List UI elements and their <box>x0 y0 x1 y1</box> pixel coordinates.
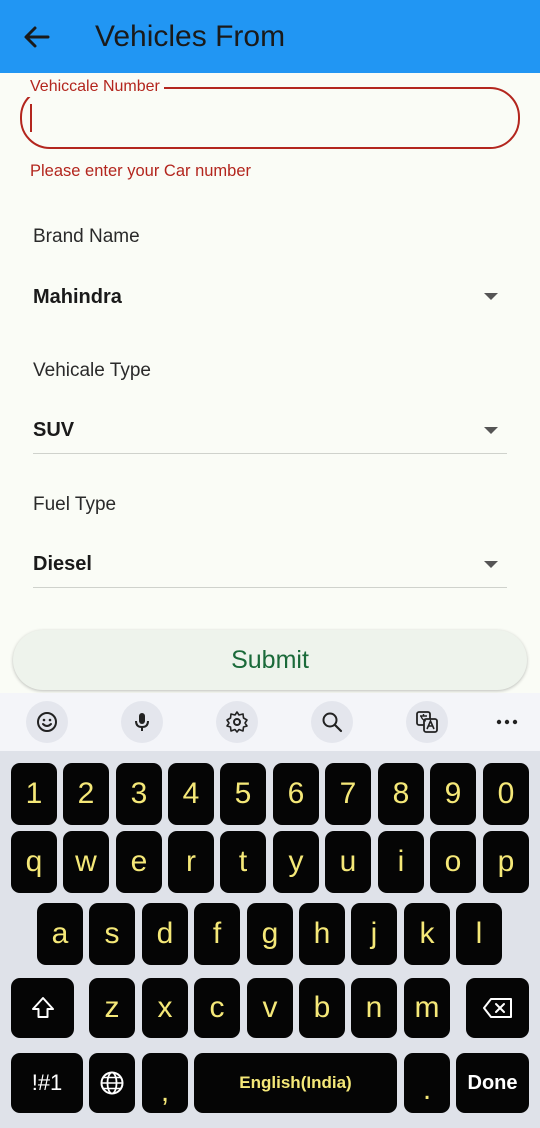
brand-dropdown-caret-icon[interactable] <box>484 293 498 300</box>
key-y[interactable]: y <box>273 831 319 893</box>
key-r[interactable]: r <box>168 831 214 893</box>
globe-icon <box>100 1071 124 1095</box>
key-k[interactable]: k <box>404 903 450 965</box>
vehicle-number-error: Please enter your Car number <box>30 162 252 180</box>
language-key[interactable] <box>89 1053 135 1113</box>
period-key[interactable]: . <box>404 1053 450 1113</box>
key-d[interactable]: d <box>142 903 188 965</box>
microphone-icon[interactable] <box>121 701 163 743</box>
vehicle-type-caret-icon[interactable] <box>484 427 498 434</box>
emoji-icon[interactable] <box>26 701 68 743</box>
vehicle-type-underline <box>33 453 507 454</box>
more-icon[interactable] <box>490 701 524 743</box>
fuel-type-underline <box>33 587 507 588</box>
key-6[interactable]: 6 <box>273 763 319 825</box>
page-title: Vehicles From <box>95 20 286 53</box>
fuel-type-label: Fuel Type <box>33 494 117 515</box>
key-b[interactable]: b <box>299 978 345 1038</box>
key-f[interactable]: f <box>194 903 240 965</box>
shift-key[interactable] <box>11 978 74 1038</box>
key-u[interactable]: u <box>325 831 371 893</box>
search-icon[interactable] <box>311 701 353 743</box>
key-a[interactable]: a <box>37 903 83 965</box>
key-t[interactable]: t <box>220 831 266 893</box>
vehicle-number-label: Vehiccale Number <box>26 77 164 97</box>
key-5[interactable]: 5 <box>220 763 266 825</box>
key-o[interactable]: o <box>430 831 476 893</box>
text-cursor <box>30 104 32 132</box>
key-p[interactable]: p <box>483 831 529 893</box>
submit-button[interactable]: Submit <box>13 630 527 690</box>
key-w[interactable]: w <box>63 831 109 893</box>
key-i[interactable]: i <box>378 831 424 893</box>
keyboard-toolbar <box>0 693 540 751</box>
key-g[interactable]: g <box>247 903 293 965</box>
key-0[interactable]: 0 <box>483 763 529 825</box>
key-c[interactable]: c <box>194 978 240 1038</box>
key-2[interactable]: 2 <box>63 763 109 825</box>
symbols-key[interactable]: !#1 <box>11 1053 83 1113</box>
back-arrow-icon[interactable] <box>20 20 54 54</box>
brand-dropdown[interactable]: Mahindra <box>33 285 122 309</box>
key-j[interactable]: j <box>351 903 397 965</box>
key-l[interactable]: l <box>456 903 502 965</box>
backspace-icon <box>482 998 512 1018</box>
key-q[interactable]: q <box>11 831 57 893</box>
backspace-key[interactable] <box>466 978 529 1038</box>
key-e[interactable]: e <box>116 831 162 893</box>
done-key[interactable]: Done <box>456 1053 529 1113</box>
fuel-type-dropdown[interactable]: Diesel <box>33 552 92 576</box>
space-key[interactable]: English(India) <box>194 1053 397 1113</box>
key-h[interactable]: h <box>299 903 345 965</box>
key-z[interactable]: z <box>89 978 135 1038</box>
fuel-type-caret-icon[interactable] <box>484 561 498 568</box>
keyboard: 1 2 3 4 5 6 7 8 9 0 q w e r t y u i o p … <box>0 751 540 1128</box>
key-7[interactable]: 7 <box>325 763 371 825</box>
key-4[interactable]: 4 <box>168 763 214 825</box>
translate-icon[interactable] <box>406 701 448 743</box>
key-m[interactable]: m <box>404 978 450 1038</box>
key-n[interactable]: n <box>351 978 397 1038</box>
vehicle-type-label: Vehicale Type <box>33 360 151 381</box>
comma-key[interactable]: , <box>142 1053 188 1113</box>
key-3[interactable]: 3 <box>116 763 162 825</box>
app-bar: Vehicles From <box>0 0 540 73</box>
key-s[interactable]: s <box>89 903 135 965</box>
key-8[interactable]: 8 <box>378 763 424 825</box>
key-x[interactable]: x <box>142 978 188 1038</box>
brand-label: Brand Name <box>33 226 140 247</box>
key-v[interactable]: v <box>247 978 293 1038</box>
key-9[interactable]: 9 <box>430 763 476 825</box>
shift-icon <box>31 997 54 1018</box>
vehicle-type-dropdown[interactable]: SUV <box>33 418 74 442</box>
key-1[interactable]: 1 <box>11 763 57 825</box>
settings-icon[interactable] <box>216 701 258 743</box>
